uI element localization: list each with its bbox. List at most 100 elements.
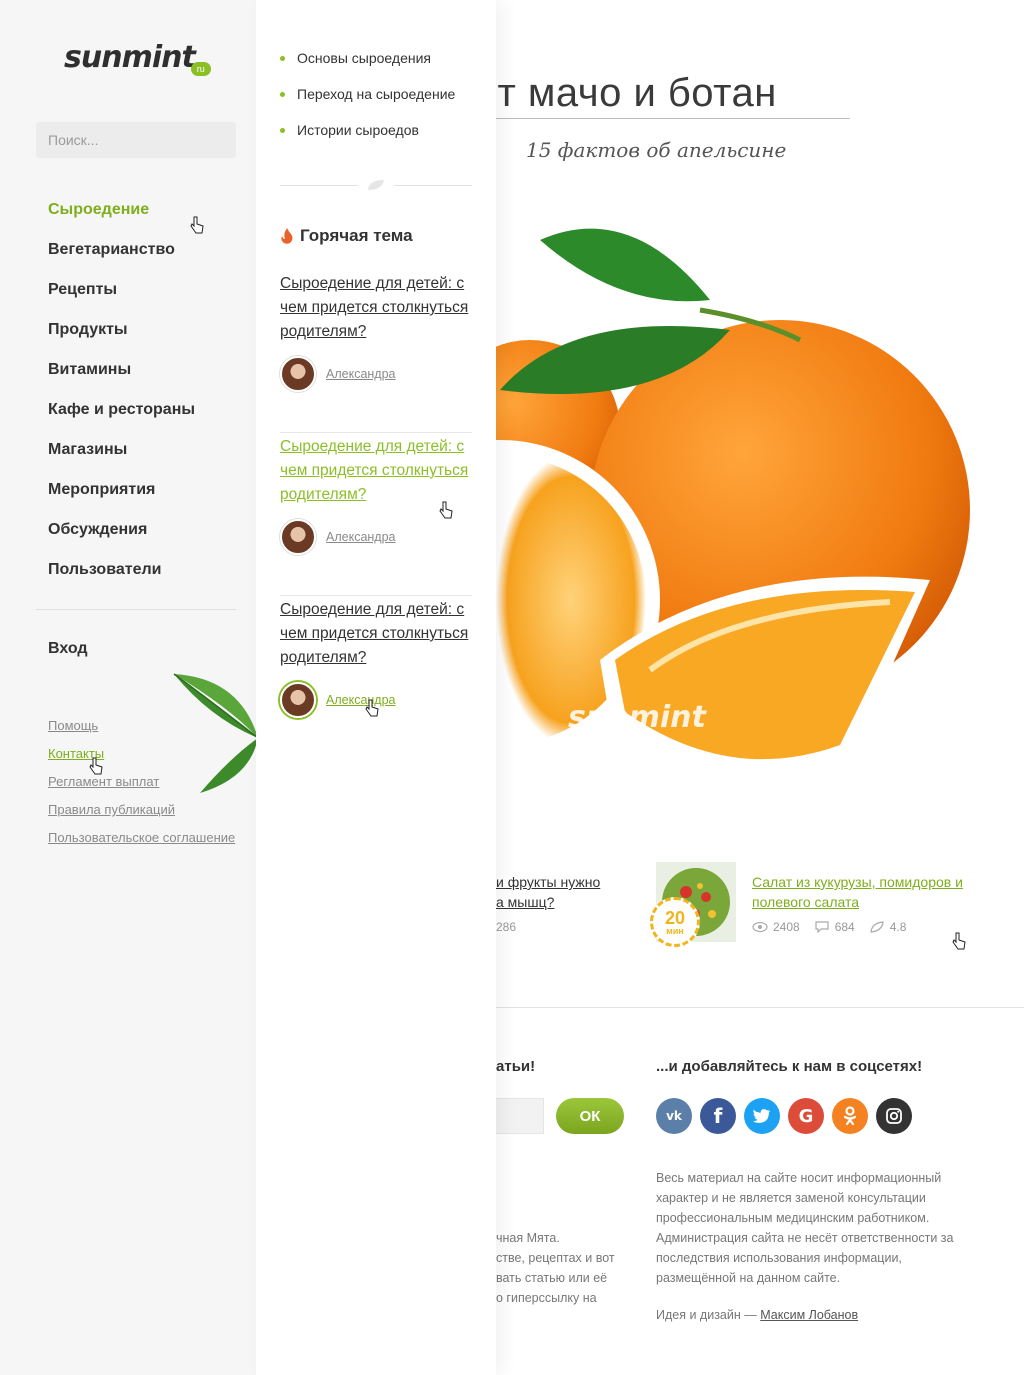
logo-text: sunmint [64, 40, 196, 75]
bullet-icon [280, 55, 285, 61]
watermark-logo: sunmint [568, 700, 706, 735]
comment-icon [815, 921, 829, 933]
comments-stat: 684 [814, 920, 855, 934]
hand-cursor-icon [439, 501, 453, 519]
main-nav: Сыроедение Вегетарианство Рецепты Продук… [48, 200, 195, 600]
rating-stat: 4.8 [869, 920, 907, 934]
cook-time-unit: мин [666, 925, 684, 936]
avatar[interactable] [280, 519, 316, 555]
author: Александра [280, 356, 472, 392]
nav-item-products[interactable]: Продукты [48, 320, 195, 360]
site-logo[interactable]: sunmint ru [64, 40, 211, 76]
about-line: вать статью или её [496, 1271, 608, 1285]
author-name[interactable]: Александра [326, 693, 396, 707]
nav-item-vitamins[interactable]: Витамины [48, 360, 195, 400]
nav-item-users[interactable]: Пользователи [48, 560, 195, 600]
logo-badge: ru [190, 62, 211, 76]
vk-icon[interactable]: vk [656, 1098, 692, 1134]
contacts-link[interactable]: Контакты [48, 746, 235, 774]
nav-item-events[interactable]: Мероприятия [48, 480, 195, 520]
article-subtitle: 15 фактов об апельсине [526, 138, 787, 162]
hand-cursor-icon [190, 216, 204, 234]
submenu-item-transition[interactable]: Переход на сыроедение [280, 76, 455, 112]
hand-cursor-icon [365, 699, 379, 717]
about-line: стве, рецептах и вот [496, 1251, 615, 1265]
hand-cursor-icon [952, 932, 966, 950]
submenu-list: Основы сыроедения Переход на сыроедение … [280, 40, 455, 148]
related-card-right[interactable]: Салат из кукурузы, помидоров и полевого … [752, 872, 982, 934]
rating-value: 4.8 [889, 920, 907, 934]
sidebar: sunmint ru Сыроедение Вегетарианство Рец… [0, 0, 259, 1375]
google-icon[interactable]: G [788, 1098, 824, 1134]
sidebar-divider [36, 609, 236, 610]
nav-item-cafes[interactable]: Кафе и рестораны [48, 400, 195, 440]
publication-rules-link[interactable]: Правила публикаций [48, 802, 235, 830]
views-count: 2408 [773, 920, 800, 934]
login-link[interactable]: Вход [48, 640, 88, 658]
leaf-icon [870, 921, 884, 933]
eye-icon [752, 921, 768, 933]
search-input[interactable] [48, 132, 229, 148]
designer-link[interactable]: Максим Лобанов [760, 1308, 858, 1322]
social-heading: ...и добавляйтесь к нам в соцсетях! [656, 1058, 923, 1075]
disclaimer-text: Весь материал на сайте носит информацион… [656, 1171, 954, 1285]
submenu-item-stories[interactable]: Истории сыроедов [280, 112, 455, 148]
search-box [36, 122, 236, 158]
comments-count: 684 [834, 920, 855, 934]
facebook-icon[interactable]: f [700, 1098, 736, 1134]
hot-topic-link[interactable]: Сыроедение для детей: с чем придется сто… [280, 435, 472, 507]
cook-time-value: 20 [664, 907, 686, 928]
author-name[interactable]: Александра [326, 530, 396, 544]
hero-orange-image [440, 228, 970, 774]
about-line: чная Мята. [496, 1231, 560, 1245]
footer-links: Помощь Контакты Регламент выплат Правила… [48, 718, 235, 858]
submenu-item-label: Основы сыроедения [297, 50, 431, 66]
odnoklassniki-icon[interactable] [832, 1098, 868, 1134]
user-agreement-link[interactable]: Пользовательское соглашение [48, 830, 235, 858]
related-card-left[interactable]: и фрукты нужно а мышц? 286 [496, 872, 600, 934]
subscribe-ok-button[interactable]: ОК [556, 1098, 624, 1134]
bullet-icon [280, 91, 285, 97]
nav-item-vegetarianism[interactable]: Вегетарианство [48, 240, 195, 280]
submenu-item-basics[interactable]: Основы сыроедения [280, 40, 455, 76]
hot-topic-link[interactable]: Сыроедение для детей: с чем придется сто… [280, 272, 472, 344]
hand-cursor-icon [89, 757, 103, 775]
related-card-title[interactable]: Салат из кукурузы, помидоров и полевого … [752, 874, 963, 910]
social-links: vk f G [656, 1098, 912, 1134]
views-stat: 2408 [752, 920, 800, 934]
related-card-stat: 286 [496, 920, 517, 934]
bullet-icon [280, 127, 285, 133]
submenu-panel: Основы сыроедения Переход на сыроедение … [256, 0, 496, 1375]
hot-topic-link[interactable]: Сыроедение для детей: с чем придется сто… [280, 598, 472, 670]
help-link[interactable]: Помощь [48, 718, 235, 746]
fire-icon [281, 228, 293, 244]
related-card-title-line2[interactable]: а мышц? [496, 894, 554, 910]
panel-divider [280, 178, 472, 192]
design-credit: Идея и дизайн — Максим Лобанов [656, 1308, 858, 1322]
email-input[interactable] [496, 1098, 544, 1134]
avatar[interactable] [280, 682, 316, 718]
hot-topic-item: Сыроедение для детей: с чем придется сто… [280, 596, 472, 759]
footer-divider [496, 1007, 1024, 1008]
credit-prefix: Идея и дизайн — [656, 1308, 761, 1322]
nav-item-discussions[interactable]: Обсуждения [48, 520, 195, 560]
submenu-item-label: Истории сыроедов [297, 122, 419, 138]
nav-item-recipes[interactable]: Рецепты [48, 280, 195, 320]
related-card-title-line1[interactable]: и фрукты нужно [496, 874, 600, 890]
twitter-icon[interactable] [744, 1098, 780, 1134]
hot-topic-label: Горячая тема [300, 226, 413, 245]
footer-about-fragment: чная Мята. стве, рецептах и вот вать ста… [496, 1228, 616, 1308]
nav-item-raw-food[interactable]: Сыроедение [48, 200, 195, 240]
about-line: о гиперссылку на [496, 1291, 597, 1305]
instagram-icon[interactable] [876, 1098, 912, 1134]
hot-topic-heading: Горячая тема [280, 226, 413, 246]
hot-topic-item: Сыроедение для детей: с чем придется сто… [280, 270, 472, 433]
author-name[interactable]: Александра [326, 367, 396, 381]
author: Александра [280, 519, 472, 555]
nav-item-shops[interactable]: Магазины [48, 440, 195, 480]
subscribe-heading-fragment: атьи! [496, 1058, 536, 1075]
avatar[interactable] [280, 356, 316, 392]
leaf-icon [368, 180, 384, 190]
payout-rules-link[interactable]: Регламент выплат [48, 774, 235, 802]
submenu-item-label: Переход на сыроедение [297, 86, 456, 102]
